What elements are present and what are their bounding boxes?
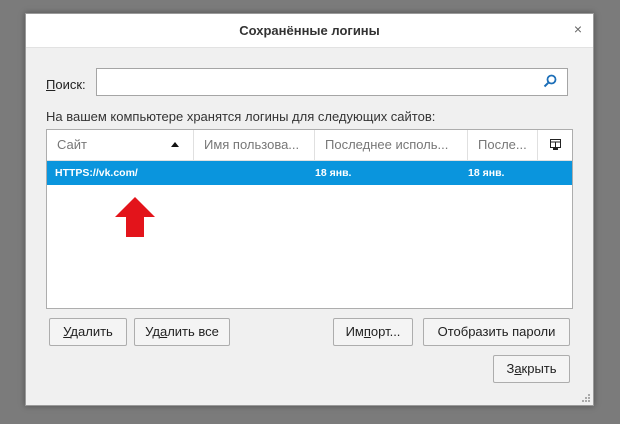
red-arrow-up-icon [115, 197, 155, 237]
close-rest: крыть [521, 361, 557, 376]
search-label-accel: П [46, 77, 56, 92]
info-text: На вашем компьютере хранятся логины для … [46, 109, 436, 124]
import-accel: п [363, 324, 371, 339]
delete-all-pre: Уд [145, 324, 160, 339]
column-picker-icon[interactable] [550, 139, 561, 150]
sort-ascending-icon [171, 142, 179, 147]
resize-grip-icon[interactable] [581, 393, 591, 403]
search-icon[interactable] [543, 74, 557, 88]
column-header-site[interactable]: Сайт [47, 130, 194, 160]
import-pre: Им [345, 324, 364, 339]
show-passwords-button[interactable]: Отобразить пароли [423, 318, 570, 346]
title-bar[interactable]: Сохранённые логины × [26, 14, 593, 48]
saved-logins-dialog: Сохранённые логины × Поиск: На вашем ком… [25, 13, 594, 406]
import-rest: орт... [370, 324, 401, 339]
column-header-site-label: Сайт [57, 137, 87, 152]
delete-all-button[interactable]: Удалить все [134, 318, 230, 346]
dialog-title: Сохранённые логины [239, 23, 380, 38]
column-picker[interactable] [538, 130, 572, 160]
delete-button[interactable]: Удалить [49, 318, 127, 346]
delete-label: далить [70, 324, 113, 339]
column-header-last-used[interactable]: Последнее исполь... [315, 130, 468, 160]
column-header-username[interactable]: Имя пользова... [194, 130, 315, 160]
search-label-rest: оиск: [55, 77, 86, 92]
search-field[interactable] [96, 68, 568, 96]
close-icon[interactable]: × [571, 21, 585, 37]
close-accel: а [514, 361, 522, 376]
row-last-used: 18 янв. [315, 167, 352, 179]
search-label: Поиск: [46, 77, 86, 92]
column-header-last-used-label: Последнее исполь... [325, 137, 449, 152]
column-header-last-changed-label: После... [478, 137, 527, 152]
table-header: Сайт Имя пользова... Последнее исполь...… [47, 130, 572, 161]
import-button[interactable]: Импорт... [333, 318, 413, 346]
delete-all-rest: лить все [167, 324, 219, 339]
table-row[interactable]: HTTPS://vk.com/ 18 янв. 18 янв. [47, 161, 572, 185]
column-header-username-label: Имя пользова... [204, 137, 300, 152]
column-header-last-changed[interactable]: После... [468, 130, 538, 160]
row-site: HTTPS://vk.com/ [55, 167, 138, 179]
close-button[interactable]: Закрыть [493, 355, 570, 383]
search-input[interactable] [101, 72, 535, 94]
row-last-changed: 18 янв. [468, 167, 505, 179]
